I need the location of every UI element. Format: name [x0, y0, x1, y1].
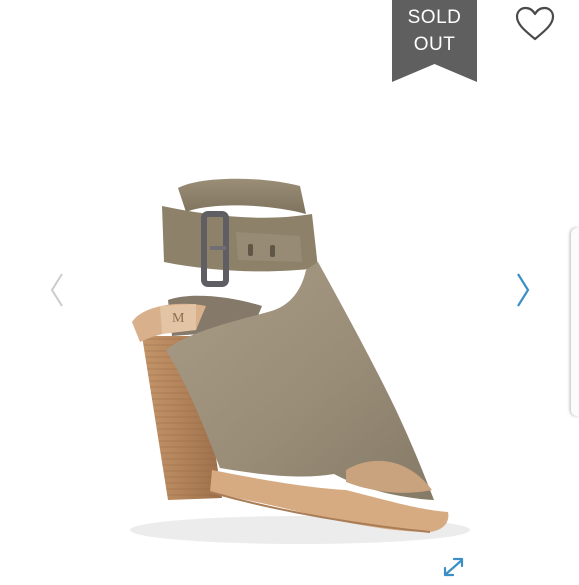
expand-arrows-icon [443, 557, 464, 577]
chevron-left-icon [50, 273, 63, 307]
sold-out-label: SOLD OUT [392, 4, 477, 58]
insole-logo-mark: M [172, 311, 185, 326]
sold-out-line1: SOLD [407, 7, 462, 28]
next-photo-button[interactable] [508, 268, 536, 312]
strap-hole-1 [248, 244, 253, 256]
ankle-strap-back [178, 178, 306, 214]
product-image-sandal[interactable]: M [0, 0, 579, 580]
strap-tongue [236, 232, 302, 262]
buckle-prong [210, 246, 226, 250]
expand-photo-button[interactable] [440, 554, 468, 580]
chevron-right-icon [517, 273, 530, 307]
sold-out-line2: OUT [413, 34, 456, 55]
previous-photo-button[interactable] [44, 268, 72, 312]
heart-outline-icon [515, 6, 555, 41]
sold-out-badge: SOLD OUT [392, 0, 477, 82]
side-drawer-handle[interactable] [571, 228, 579, 416]
like-button[interactable] [514, 5, 556, 43]
strap-hole-2 [270, 245, 275, 257]
